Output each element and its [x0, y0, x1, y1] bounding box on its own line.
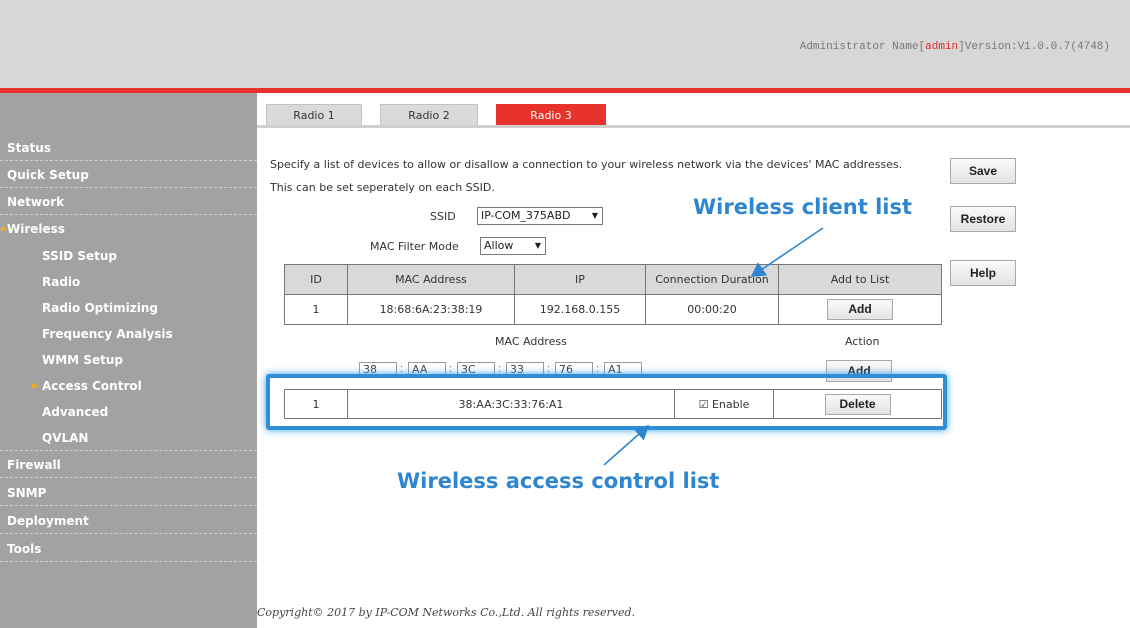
annotation-arrows: [603, 227, 824, 466]
client-list-arrow: [750, 227, 824, 277]
acl-arrow: [603, 424, 650, 466]
footer-copyright: Copyright© 2017 by IP-COM Networks Co.,L…: [257, 606, 636, 619]
